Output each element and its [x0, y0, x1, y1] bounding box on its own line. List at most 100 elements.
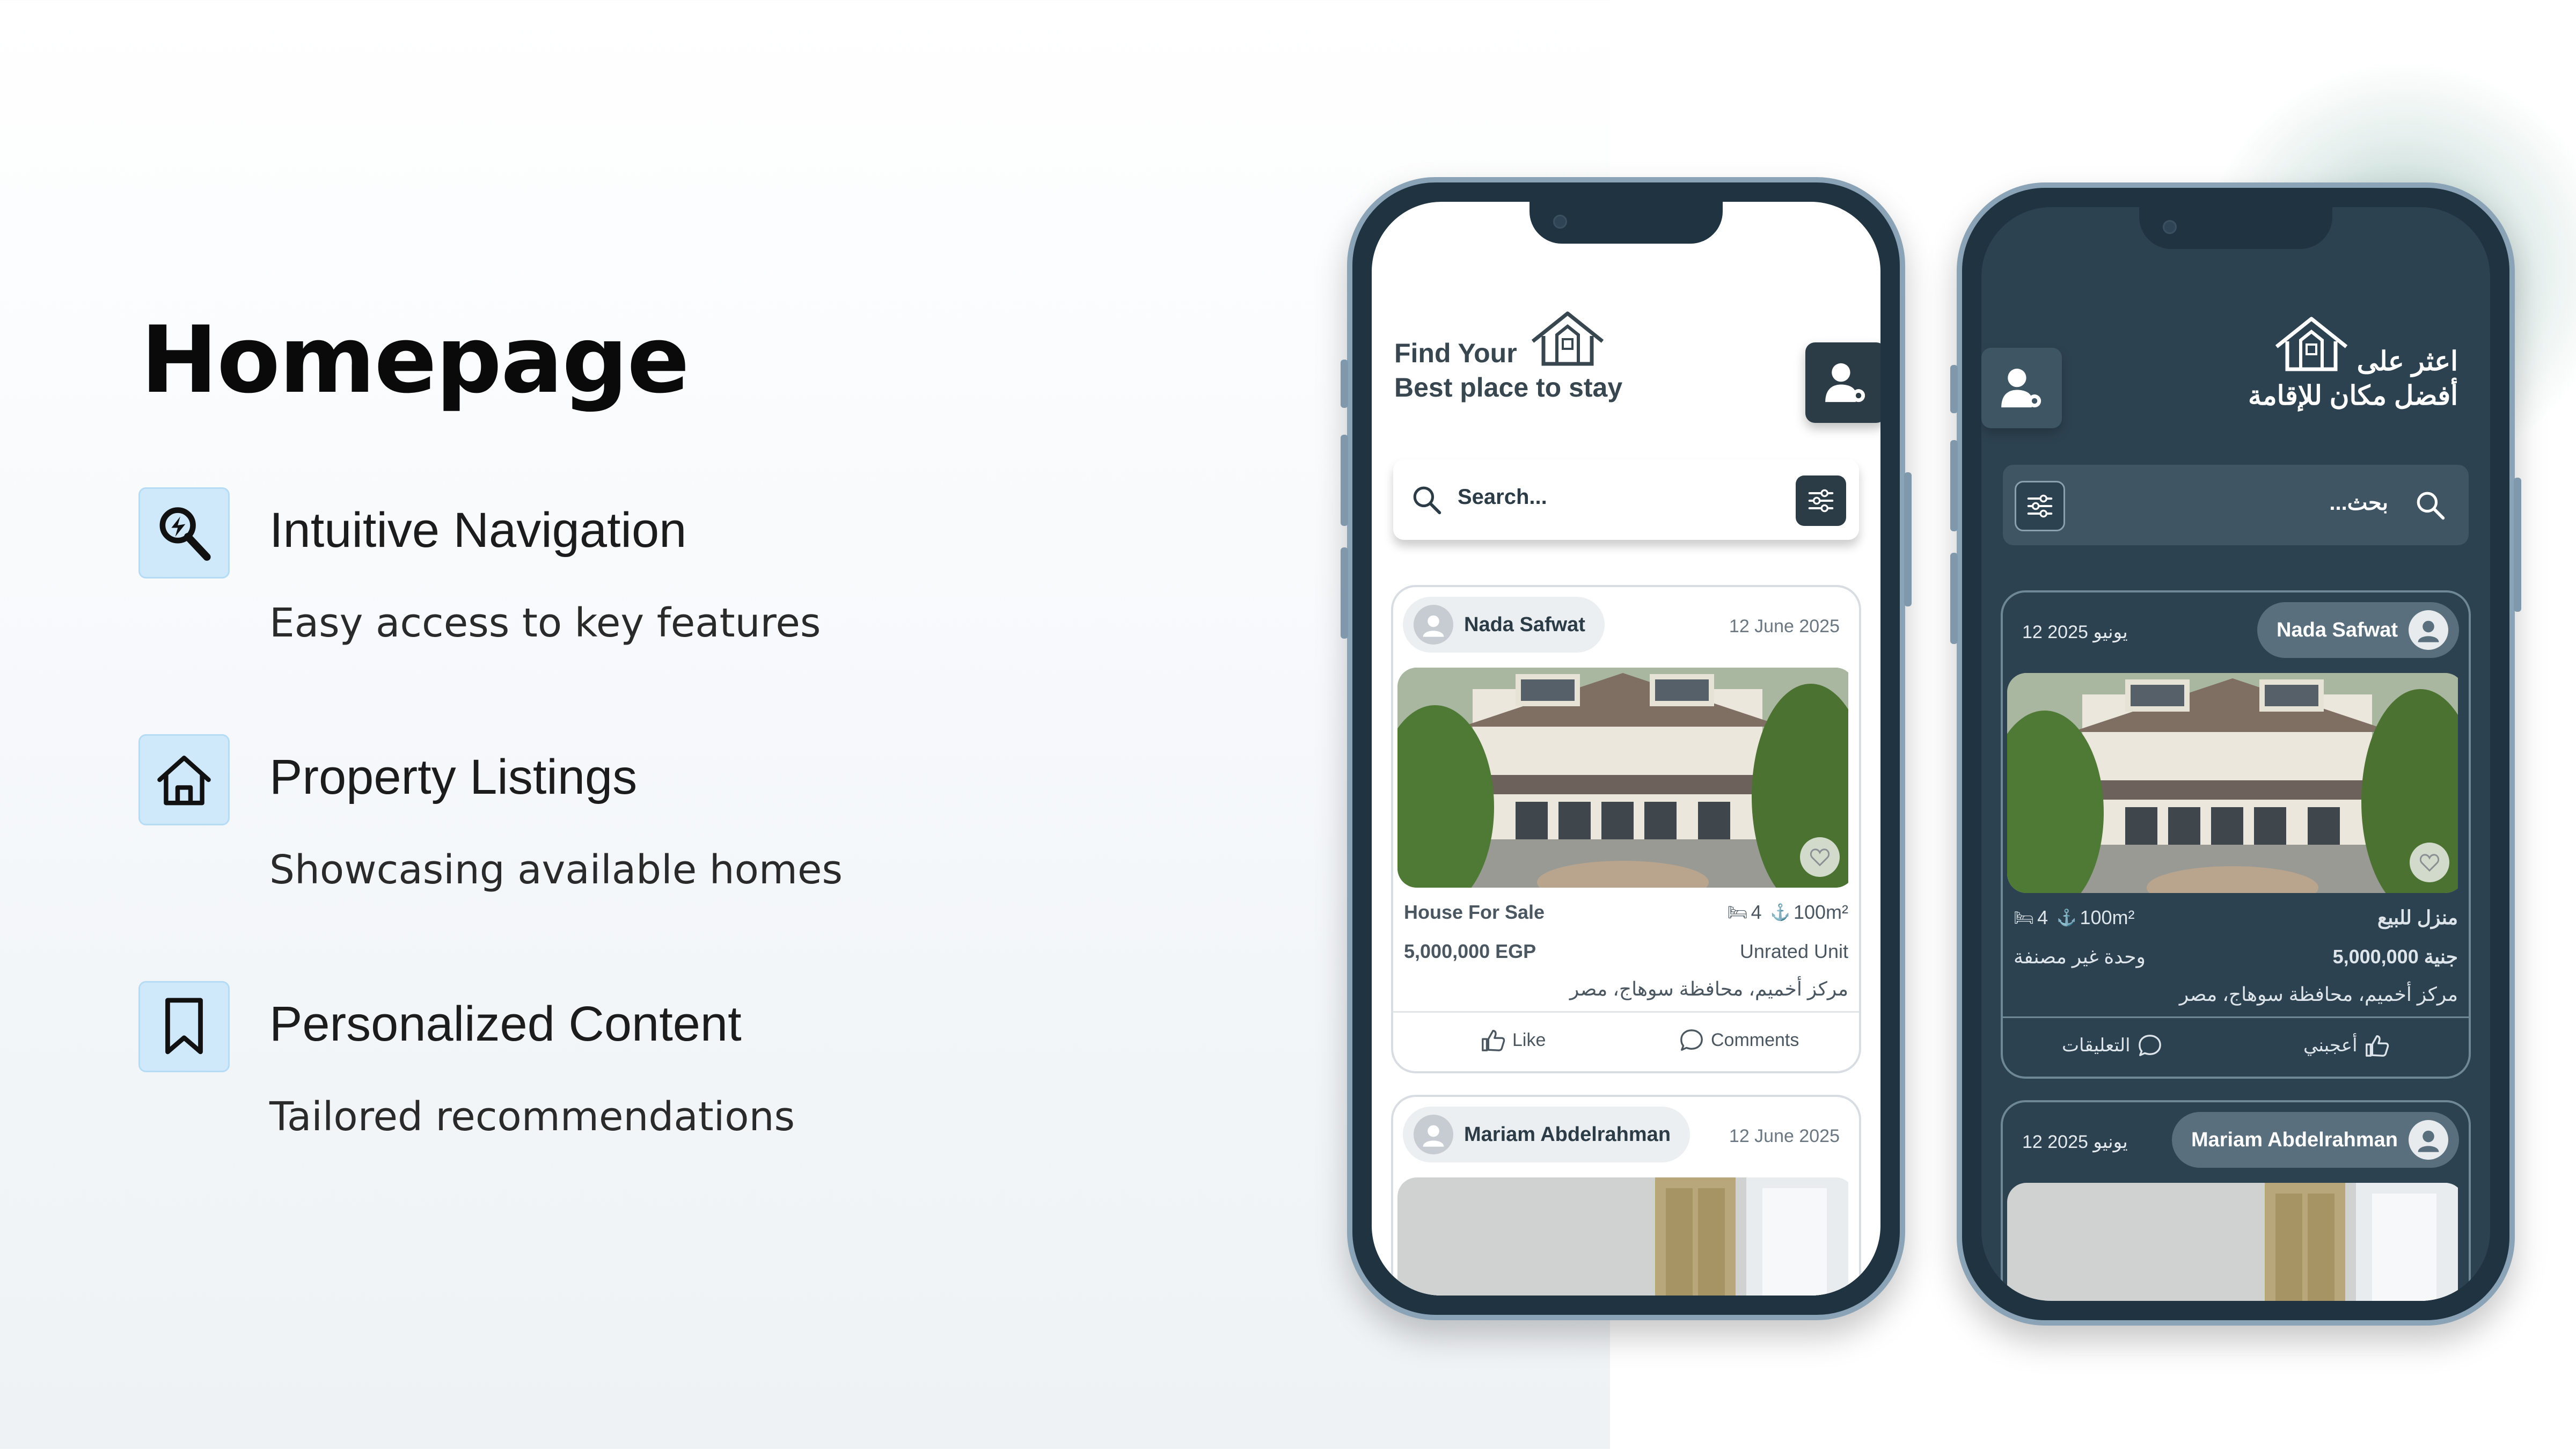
house-logo-icon	[1527, 309, 1608, 370]
phone-screen: اعثر على أفضل مكان للإقامة ...بحث Nada S…	[1981, 207, 2490, 1301]
property-status: وحدة غير مصنفة	[2014, 946, 2146, 968]
phone-side-button	[1950, 440, 1958, 531]
avatar	[1414, 1115, 1453, 1154]
thumbs-up-icon	[1482, 1030, 1505, 1051]
heart-icon	[1810, 848, 1830, 867]
bookmark-icon	[138, 981, 230, 1072]
area-value: 100m²	[2080, 906, 2135, 928]
like-label: أعجبني	[2303, 1035, 2358, 1056]
comments-label: التعليقات	[2062, 1035, 2131, 1056]
filter-button[interactable]	[1796, 475, 1846, 526]
user-name: Nada Safwat	[2277, 618, 2398, 641]
listing-card[interactable]: Mariam Abdelrahman 12 يونيو 2025	[2001, 1100, 2471, 1301]
user-name: Mariam Abdelrahman	[1464, 1123, 1671, 1146]
bed-icon: 🛏	[1727, 903, 1748, 921]
avatar	[2409, 1120, 2448, 1160]
feature-description: Tailored recommendations	[269, 1094, 795, 1140]
user-chip[interactable]: Nada Safwat	[2257, 602, 2459, 658]
phone-mockup-english: Find Your Best place to stay Search... N…	[1341, 177, 1912, 1320]
property-location: مركز أخميم، محافظة سوهاج، مصر	[2179, 983, 2458, 1005]
area-icon: ⚓	[2057, 909, 2077, 927]
comment-icon	[2138, 1035, 2161, 1056]
area-icon: ⚓	[1770, 903, 1790, 921]
search-bar[interactable]: Search...	[1393, 459, 1859, 540]
avatar	[1414, 605, 1453, 645]
feature-description: Easy access to key features	[269, 600, 821, 646]
feature-title: Intuitive Navigation	[269, 503, 687, 558]
property-status: Unrated Unit	[1739, 940, 1848, 962]
search-icon	[1413, 486, 1441, 515]
property-specs: 🛏 4 ⚓ 100m²	[1727, 901, 1848, 924]
phone-side-button	[1341, 435, 1348, 526]
feature-title: Property Listings	[269, 750, 638, 804]
heart-icon	[2419, 854, 2440, 872]
like-button[interactable]: أعجبني	[2303, 1033, 2396, 1058]
rooms-count: 4	[2037, 906, 2048, 928]
listing-card[interactable]: Nada Safwat 12 يونيو 2025 منزل للبيع 🛏 4…	[2001, 590, 2471, 1079]
search-icon	[2417, 492, 2445, 520]
card-divider	[2003, 1016, 2469, 1018]
user-chip[interactable]: Nada Safwat	[1403, 597, 1605, 653]
phone-side-button	[2514, 478, 2521, 612]
user-chip[interactable]: Mariam Abdelrahman	[2171, 1112, 2459, 1168]
listing-card[interactable]: Nada Safwat 12 June 2025 House For Sale …	[1391, 585, 1861, 1073]
search-input[interactable]: Search...	[1458, 485, 1547, 509]
search-bar[interactable]: ...بحث	[2003, 465, 2469, 545]
like-button[interactable]: Like	[1474, 1027, 1546, 1053]
phone-notch	[1529, 202, 1723, 244]
phone-side-button	[1950, 553, 1958, 644]
property-photo[interactable]	[1397, 1177, 1855, 1296]
profile-button[interactable]	[1805, 342, 1880, 423]
phone-screen: Find Your Best place to stay Search... N…	[1372, 202, 1880, 1296]
home-icon	[138, 734, 230, 825]
property-price: 5,000,000 جنية	[2332, 946, 2458, 968]
feature-title: Personalized Content	[269, 997, 742, 1051]
phone-side-button	[1341, 360, 1348, 408]
phone-notch	[2139, 207, 2332, 249]
property-photo[interactable]	[2007, 673, 2464, 893]
post-date: 12 June 2025	[1729, 1126, 1840, 1146]
card-divider	[1393, 1011, 1859, 1013]
comments-label: Comments	[1711, 1029, 1799, 1050]
listing-card[interactable]: Mariam Abdelrahman 12 June 2025	[1391, 1095, 1861, 1296]
search-input[interactable]: ...بحث	[2329, 491, 2388, 515]
comments-button[interactable]: Comments	[1672, 1027, 1799, 1053]
user-settings-icon	[2001, 368, 2041, 408]
feature-description: Showcasing available homes	[269, 847, 843, 893]
sliders-icon	[1808, 489, 1834, 513]
property-photo[interactable]	[2007, 1183, 2464, 1301]
user-name: Nada Safwat	[1464, 613, 1585, 636]
property-price: 5,000,000 EGP	[1404, 940, 1536, 962]
user-settings-icon	[1825, 363, 1865, 402]
magnifier-icon	[138, 487, 230, 579]
user-name: Mariam Abdelrahman	[2191, 1128, 2398, 1151]
camera-icon	[2163, 220, 2177, 234]
thumbs-up-icon	[2365, 1035, 2389, 1057]
property-specs: 🛏 4 ⚓ 100m²	[2014, 906, 2135, 929]
bed-icon: 🛏	[2014, 909, 2035, 927]
area-value: 100m²	[1793, 901, 1848, 923]
house-logo-icon	[2271, 314, 2352, 376]
profile-button[interactable]	[1981, 348, 2062, 428]
property-location: مركز أخميم، محافظة سوهاج، مصر	[1569, 978, 1848, 1000]
filter-button[interactable]	[2015, 481, 2065, 531]
comments-button[interactable]: التعليقات	[2062, 1033, 2169, 1058]
post-date: 12 June 2025	[1729, 616, 1840, 636]
avatar	[2409, 610, 2448, 650]
phone-mockup-arabic: اعثر على أفضل مكان للإقامة ...بحث Nada S…	[1950, 182, 2521, 1326]
header-line2: أفضل مكان للإقامة	[2248, 380, 2458, 411]
post-date: 12 يونيو 2025	[2022, 622, 2128, 642]
property-type: منزل للبيع	[2377, 906, 2458, 928]
favorite-button[interactable]	[2410, 843, 2449, 882]
camera-icon	[1553, 215, 1567, 229]
property-photo[interactable]	[1397, 668, 1855, 888]
comment-icon	[1680, 1029, 1703, 1051]
favorite-button[interactable]	[1800, 837, 1840, 877]
slide-title: Homepage	[141, 306, 690, 414]
sliders-icon	[2027, 494, 2053, 518]
rooms-count: 4	[1751, 901, 1762, 923]
user-chip[interactable]: Mariam Abdelrahman	[1403, 1107, 1690, 1162]
property-type: House For Sale	[1404, 901, 1545, 923]
phone-side-button	[1341, 547, 1348, 639]
header-line2: Best place to stay	[1394, 372, 1623, 402]
